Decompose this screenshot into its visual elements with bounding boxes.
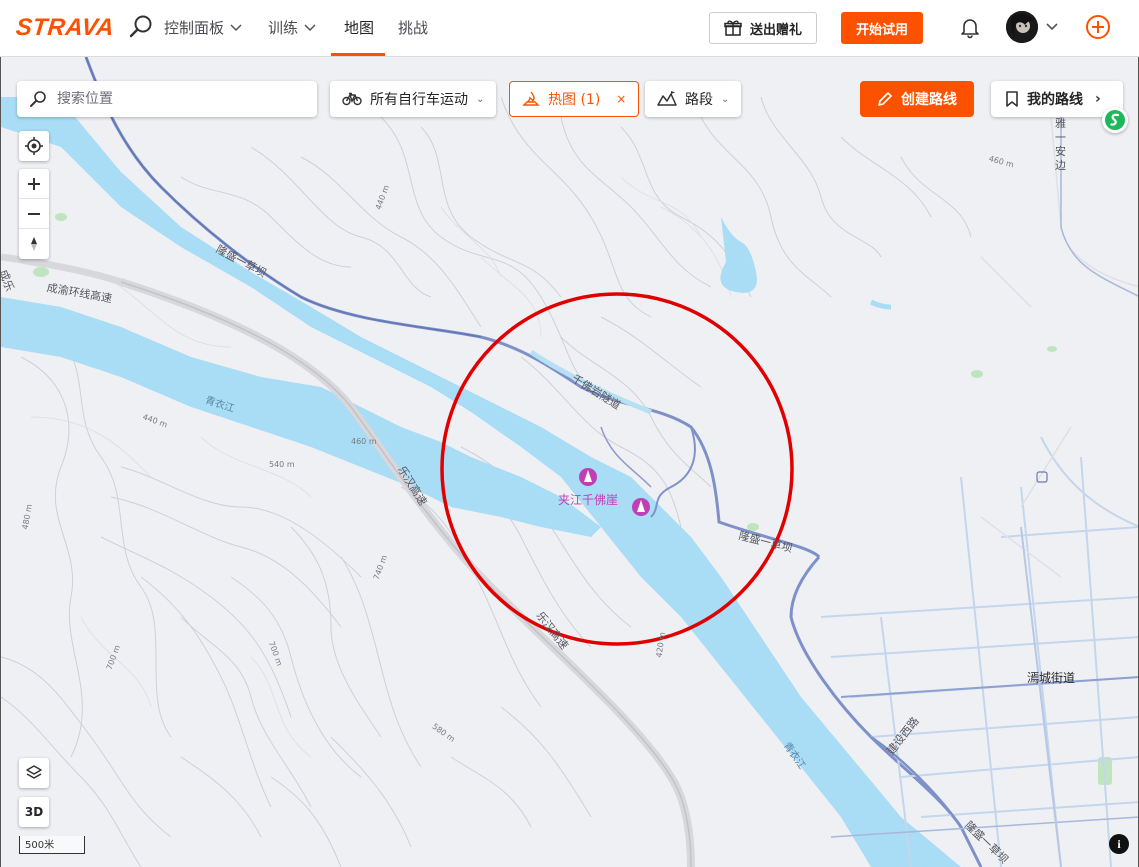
create-route-button[interactable]: 创建路线 xyxy=(860,81,974,117)
sport-filter-label: 所有自行车运动 xyxy=(370,92,468,108)
avatar[interactable] xyxy=(1006,11,1038,43)
info-icon[interactable]: i xyxy=(1109,834,1129,854)
chevron-right-icon: › xyxy=(1095,91,1101,107)
search-icon xyxy=(30,91,46,107)
map-scale: 500米 xyxy=(19,836,85,854)
segments-label: 路段 xyxy=(685,92,713,108)
nav-challenges-label: 挑战 xyxy=(398,19,429,37)
extension-icon[interactable] xyxy=(1102,107,1128,133)
layers-icon xyxy=(26,765,42,779)
zoom-in-button[interactable] xyxy=(19,169,49,199)
bell-icon[interactable] xyxy=(958,15,982,39)
nav-maps-label: 地图 xyxy=(344,19,375,37)
bicycle-icon xyxy=(342,92,362,106)
crosshair-icon xyxy=(25,137,43,155)
segment-icon xyxy=(657,91,677,106)
compass-button[interactable] xyxy=(19,229,49,259)
heatmap-label: 热图 (1) xyxy=(548,92,601,108)
heatmap-icon xyxy=(522,91,540,106)
chevron-down-icon: ⌄ xyxy=(476,93,485,105)
location-search-input[interactable] xyxy=(57,91,297,107)
zoom-out-button[interactable] xyxy=(19,199,49,229)
strava-logo[interactable]: STRAVA xyxy=(15,14,116,42)
add-circle-icon[interactable] xyxy=(1085,14,1111,40)
contour-label: 540 m xyxy=(269,460,295,469)
gift-icon xyxy=(724,20,742,36)
pencil-icon xyxy=(878,92,892,106)
zoom-controls xyxy=(19,169,49,259)
active-tab-indicator xyxy=(331,53,385,56)
map-base-layer xyxy=(1,57,1138,867)
close-icon[interactable]: × xyxy=(616,92,626,106)
map-layers-button[interactable] xyxy=(19,758,49,788)
minus-icon xyxy=(28,212,40,215)
chevron-down-icon xyxy=(230,23,242,31)
my-routes-label: 我的路线 xyxy=(1027,92,1083,108)
give-gift-button[interactable]: 送出赠礼 xyxy=(709,12,817,44)
location-search[interactable] xyxy=(17,81,317,117)
chevron-down-icon: ⌄ xyxy=(721,93,730,105)
nav-training-label: 训练 xyxy=(268,19,299,37)
segments-dropdown[interactable]: 路段 ⌄ xyxy=(645,81,742,117)
top-navigation: STRAVA 控制面板 训练 地图 挑战 送出赠礼 开始试用 xyxy=(0,0,1139,57)
map-canvas[interactable]: 隆盛一草坝 成渝环线高速 千佛岩隧道 夹江千佛崖 隆盛一草坝 乐汉高速 乐汉高速… xyxy=(0,57,1139,867)
nav-training[interactable]: 训练 xyxy=(268,17,316,38)
search-icon[interactable] xyxy=(128,14,154,40)
locate-me-button[interactable] xyxy=(19,131,49,161)
bookmark-icon xyxy=(1006,91,1018,107)
nav-dashboard[interactable]: 控制面板 xyxy=(164,17,242,38)
chevron-down-icon[interactable] xyxy=(1045,22,1059,32)
compass-icon xyxy=(31,237,37,251)
sport-filter-dropdown[interactable]: 所有自行车运动 ⌄ xyxy=(330,81,497,117)
contour-label: 460 m xyxy=(351,437,377,446)
chevron-down-icon xyxy=(304,23,316,31)
nav-challenges[interactable]: 挑战 xyxy=(398,17,428,38)
start-trial-button[interactable]: 开始试用 xyxy=(841,12,923,44)
poi-label[interactable]: 夹江千佛崖 xyxy=(558,491,618,508)
town-label: 漹城街道 xyxy=(1027,671,1076,685)
give-gift-label: 送出赠礼 xyxy=(749,22,802,38)
heatmap-chip[interactable]: 热图 (1) × xyxy=(509,81,640,117)
road-label: 雅一安边 xyxy=(1055,117,1066,172)
nav-maps[interactable]: 地图 xyxy=(344,17,374,38)
plus-icon xyxy=(28,177,40,190)
nav-dashboard-label: 控制面板 xyxy=(164,19,225,37)
3d-toggle-button[interactable]: 3D xyxy=(19,797,49,827)
create-route-label: 创建路线 xyxy=(901,92,957,108)
